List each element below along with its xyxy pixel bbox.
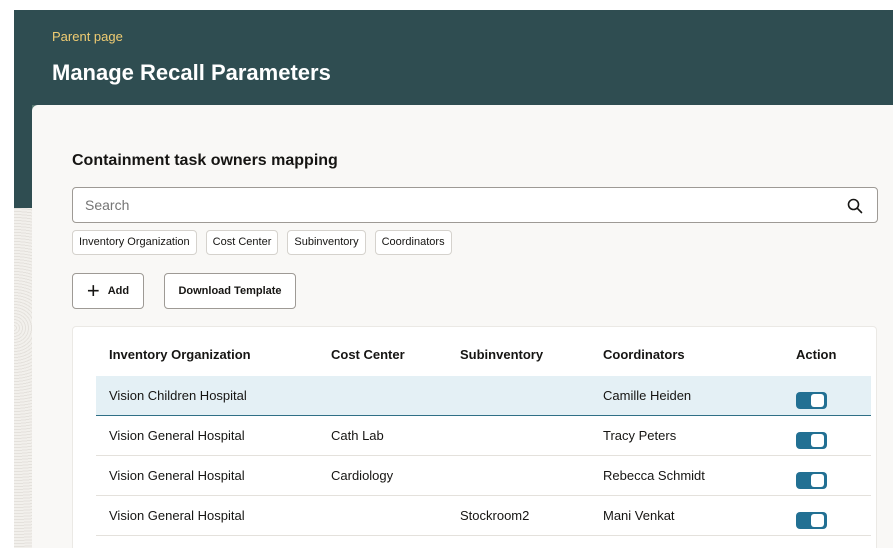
cell-coordinators: Mani Venkat — [603, 508, 675, 523]
action-toggle[interactable] — [796, 512, 827, 529]
cell-inventory-organization: Vision General Hospital — [109, 428, 245, 443]
cell-subinventory: Stockroom2 — [460, 508, 530, 523]
table-row[interactable]: Vision General Hospital Cardiology Rebec… — [96, 456, 871, 496]
download-template-label: Download Template — [178, 285, 282, 297]
search-box[interactable] — [72, 187, 878, 223]
cell-coordinators: Rebecca Schmidt — [603, 468, 705, 483]
content-card: Containment task owners mapping Inventor… — [32, 105, 893, 548]
filter-chip-subinventory[interactable]: Subinventory — [287, 230, 366, 255]
add-button[interactable]: + Add — [72, 273, 144, 309]
column-header-cost-center[interactable]: Cost Center — [331, 347, 405, 362]
filter-chip-inventory-organization[interactable]: Inventory Organization — [72, 230, 197, 255]
background-pattern — [14, 208, 32, 548]
table-row[interactable]: Vision Children Hospital Camille Heiden — [96, 376, 871, 416]
column-header-subinventory[interactable]: Subinventory — [460, 347, 543, 362]
parent-page-link[interactable]: Parent page — [52, 29, 123, 44]
column-header-action: Action — [796, 347, 837, 362]
table-row[interactable]: Vision General Hospital Stockroom2 Mani … — [96, 496, 871, 536]
filter-chip-cost-center[interactable]: Cost Center — [205, 230, 279, 255]
page-title: Manage Recall Parameters — [52, 60, 331, 85]
plus-icon: + — [86, 278, 100, 303]
column-header-coordinators[interactable]: Coordinators — [603, 347, 685, 362]
filter-chip-coordinators[interactable]: Coordinators — [374, 230, 452, 255]
cell-cost-center: Cath Lab — [331, 428, 384, 443]
section-title: Containment task owners mapping — [72, 152, 338, 169]
search-input[interactable] — [85, 197, 825, 213]
table-row[interactable]: Vision General Hospital Cath Lab Tracy P… — [96, 416, 871, 456]
table-header: Inventory Organization Cost Center Subin… — [73, 327, 878, 375]
cell-inventory-organization: Vision Children Hospital — [109, 388, 247, 403]
search-icon[interactable] — [847, 198, 863, 214]
action-toggle[interactable] — [796, 472, 827, 489]
cell-cost-center: Cardiology — [331, 468, 394, 483]
mapping-table: Inventory Organization Cost Center Subin… — [72, 326, 877, 548]
cell-coordinators: Tracy Peters — [603, 428, 677, 443]
cell-inventory-organization: Vision General Hospital — [109, 508, 245, 523]
page-margin — [0, 0, 14, 548]
action-toggle[interactable] — [796, 432, 827, 449]
column-header-inventory-organization[interactable]: Inventory Organization — [109, 347, 251, 362]
download-template-button[interactable]: Download Template — [164, 273, 296, 309]
filter-chips: Inventory Organization Cost Center Subin… — [72, 230, 452, 255]
cell-inventory-organization: Vision General Hospital — [109, 468, 245, 483]
action-toggle[interactable] — [796, 392, 827, 409]
cell-coordinators: Camille Heiden — [603, 388, 692, 403]
add-button-label: Add — [107, 285, 130, 297]
